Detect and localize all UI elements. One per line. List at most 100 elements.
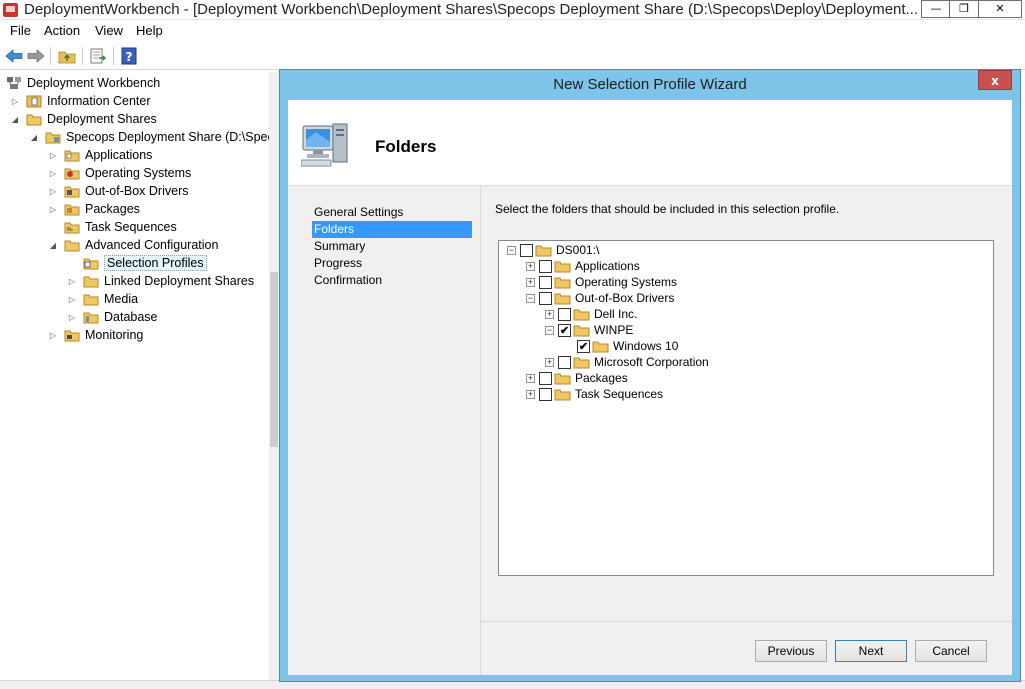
next-button[interactable]: Next <box>835 640 907 662</box>
scrollbar-thumb[interactable] <box>270 272 278 447</box>
tree-item[interactable]: ▷ Out-of-Box Drivers <box>48 182 189 200</box>
folder-row[interactable]: + Dell Inc. <box>545 306 637 322</box>
folder-label: Windows 10 <box>613 339 679 353</box>
folder-checkbox[interactable] <box>539 387 552 401</box>
folder-checkbox[interactable] <box>539 275 552 289</box>
dialog-close-button[interactable]: x <box>978 70 1012 90</box>
tree-item[interactable]: ◢ Advanced Configuration <box>48 236 219 254</box>
expand-arrow-icon[interactable]: ▷ <box>10 96 20 106</box>
window-title: DeploymentWorkbench - [Deployment Workbe… <box>24 1 919 18</box>
folder-checkbox[interactable] <box>539 259 552 273</box>
wizard-step[interactable]: Summary <box>312 238 472 255</box>
expand-arrow-icon[interactable]: ▷ <box>48 168 58 178</box>
tree-vertical-scrollbar[interactable] <box>269 72 279 680</box>
collapse-arrow-icon[interactable]: ◢ <box>48 240 58 250</box>
wizard-step-active[interactable]: Folders <box>312 221 472 238</box>
folder-icon <box>554 292 571 305</box>
expand-toggle[interactable]: + <box>545 357 554 367</box>
info-center-icon <box>26 94 42 108</box>
folder-row[interactable]: + Applications <box>526 258 640 274</box>
tree-item[interactable]: ▷ Database <box>67 308 158 326</box>
navigation-tree: Deployment Workbench ▷ Information Cente… <box>0 72 282 680</box>
previous-button[interactable]: Previous <box>755 640 827 662</box>
deployment-share-icon <box>45 130 61 144</box>
folder-checkbox[interactable] <box>558 355 571 369</box>
tree-item[interactable]: ▷ Applications <box>48 146 152 164</box>
minimize-button[interactable]: — <box>921 0 951 18</box>
folder-row[interactable]: Windows 10 <box>577 338 678 354</box>
tree-item[interactable]: Task Sequences <box>48 218 177 236</box>
folder-row[interactable]: + Task Sequences <box>526 386 663 402</box>
forward-arrow-icon[interactable] <box>26 46 46 66</box>
wizard-footer: Previous Next Cancel <box>480 621 1012 675</box>
expand-arrow-icon[interactable]: ▷ <box>48 330 58 340</box>
folder-row[interactable]: − DS001:\ <box>507 242 599 258</box>
tree-item[interactable]: ▷ Media <box>67 290 138 308</box>
tree-item[interactable]: ▷ Monitoring <box>48 326 143 344</box>
tree-item[interactable]: ◢ Deployment Shares <box>10 110 157 128</box>
folder-icon <box>64 148 80 162</box>
folder-icon <box>64 238 80 252</box>
restore-button[interactable]: ❐ <box>949 0 979 18</box>
folder-icon <box>26 112 42 126</box>
tree-item[interactable]: ◢ Specops Deployment Share (D:\Specops\ <box>29 128 282 146</box>
menu-help[interactable]: Help <box>136 23 163 38</box>
folder-row[interactable]: − Out-of-Box Drivers <box>526 290 674 306</box>
folder-row[interactable]: + Packages <box>526 370 628 386</box>
menu-file[interactable]: File <box>10 23 31 38</box>
expand-toggle[interactable]: + <box>526 373 535 383</box>
collapse-toggle[interactable]: − <box>526 293 535 303</box>
cancel-button[interactable]: Cancel <box>915 640 987 662</box>
folder-icon <box>573 324 590 337</box>
tree-item[interactable]: ▷ Information Center <box>10 92 151 110</box>
expand-arrow-icon[interactable]: ▷ <box>67 294 77 304</box>
expand-arrow-icon[interactable]: ▷ <box>67 312 77 322</box>
tree-item[interactable]: ▷ Packages <box>48 200 140 218</box>
wizard-step[interactable]: General Settings <box>312 204 472 221</box>
export-list-icon[interactable] <box>88 46 108 66</box>
folder-icon <box>592 340 609 353</box>
expand-arrow-icon[interactable]: ▷ <box>48 204 58 214</box>
collapse-toggle[interactable]: − <box>545 325 554 335</box>
folder-checkbox[interactable] <box>520 243 533 257</box>
wizard-step[interactable]: Confirmation <box>312 272 472 289</box>
menu-action[interactable]: Action <box>44 23 80 38</box>
expand-arrow-icon[interactable]: ▷ <box>67 276 77 286</box>
folder-row[interactable]: + Microsoft Corporation <box>545 354 709 370</box>
expand-toggle[interactable]: + <box>526 389 535 399</box>
up-folder-icon[interactable] <box>57 46 77 66</box>
tree-item[interactable]: Deployment Workbench <box>6 74 160 92</box>
collapse-arrow-icon[interactable]: ◢ <box>29 132 39 142</box>
tree-item[interactable]: ▷ Operating Systems <box>48 164 191 182</box>
folder-checkbox-checked[interactable] <box>577 339 590 353</box>
collapse-toggle[interactable]: − <box>507 245 516 255</box>
wizard-step[interactable]: Progress <box>312 255 472 272</box>
close-window-button[interactable]: ✕ <box>978 0 1022 18</box>
folder-checkbox[interactable] <box>539 371 552 385</box>
folder-icon <box>554 260 571 273</box>
expand-toggle[interactable]: + <box>545 309 554 319</box>
expand-arrow-icon[interactable]: ▷ <box>48 150 58 160</box>
folder-checkbox[interactable] <box>539 291 552 305</box>
expand-arrow-icon[interactable]: ▷ <box>48 186 58 196</box>
tree-item[interactable]: ▷ Linked Deployment Shares <box>67 272 254 290</box>
folder-checkbox-checked[interactable] <box>558 323 571 337</box>
folder-icon <box>83 292 99 306</box>
collapse-arrow-icon[interactable]: ◢ <box>10 114 20 124</box>
folder-row[interactable]: + Operating Systems <box>526 274 677 290</box>
wizard-steps: General Settings Folders Summary Progres… <box>288 186 480 675</box>
back-arrow-icon[interactable] <box>4 46 24 66</box>
folder-row[interactable]: − WINPE <box>545 322 633 338</box>
expand-toggle[interactable]: + <box>526 277 535 287</box>
folder-icon <box>573 308 590 321</box>
expand-toggle[interactable]: + <box>526 261 535 271</box>
help-icon[interactable]: ? <box>119 46 139 66</box>
folder-label: Microsoft Corporation <box>594 355 709 369</box>
menu-view[interactable]: View <box>95 23 123 38</box>
folder-checkbox[interactable] <box>558 307 571 321</box>
tree-item[interactable]: Selection Profiles <box>67 254 207 272</box>
folder-icon <box>64 184 80 198</box>
toolbar-separator <box>113 47 114 65</box>
